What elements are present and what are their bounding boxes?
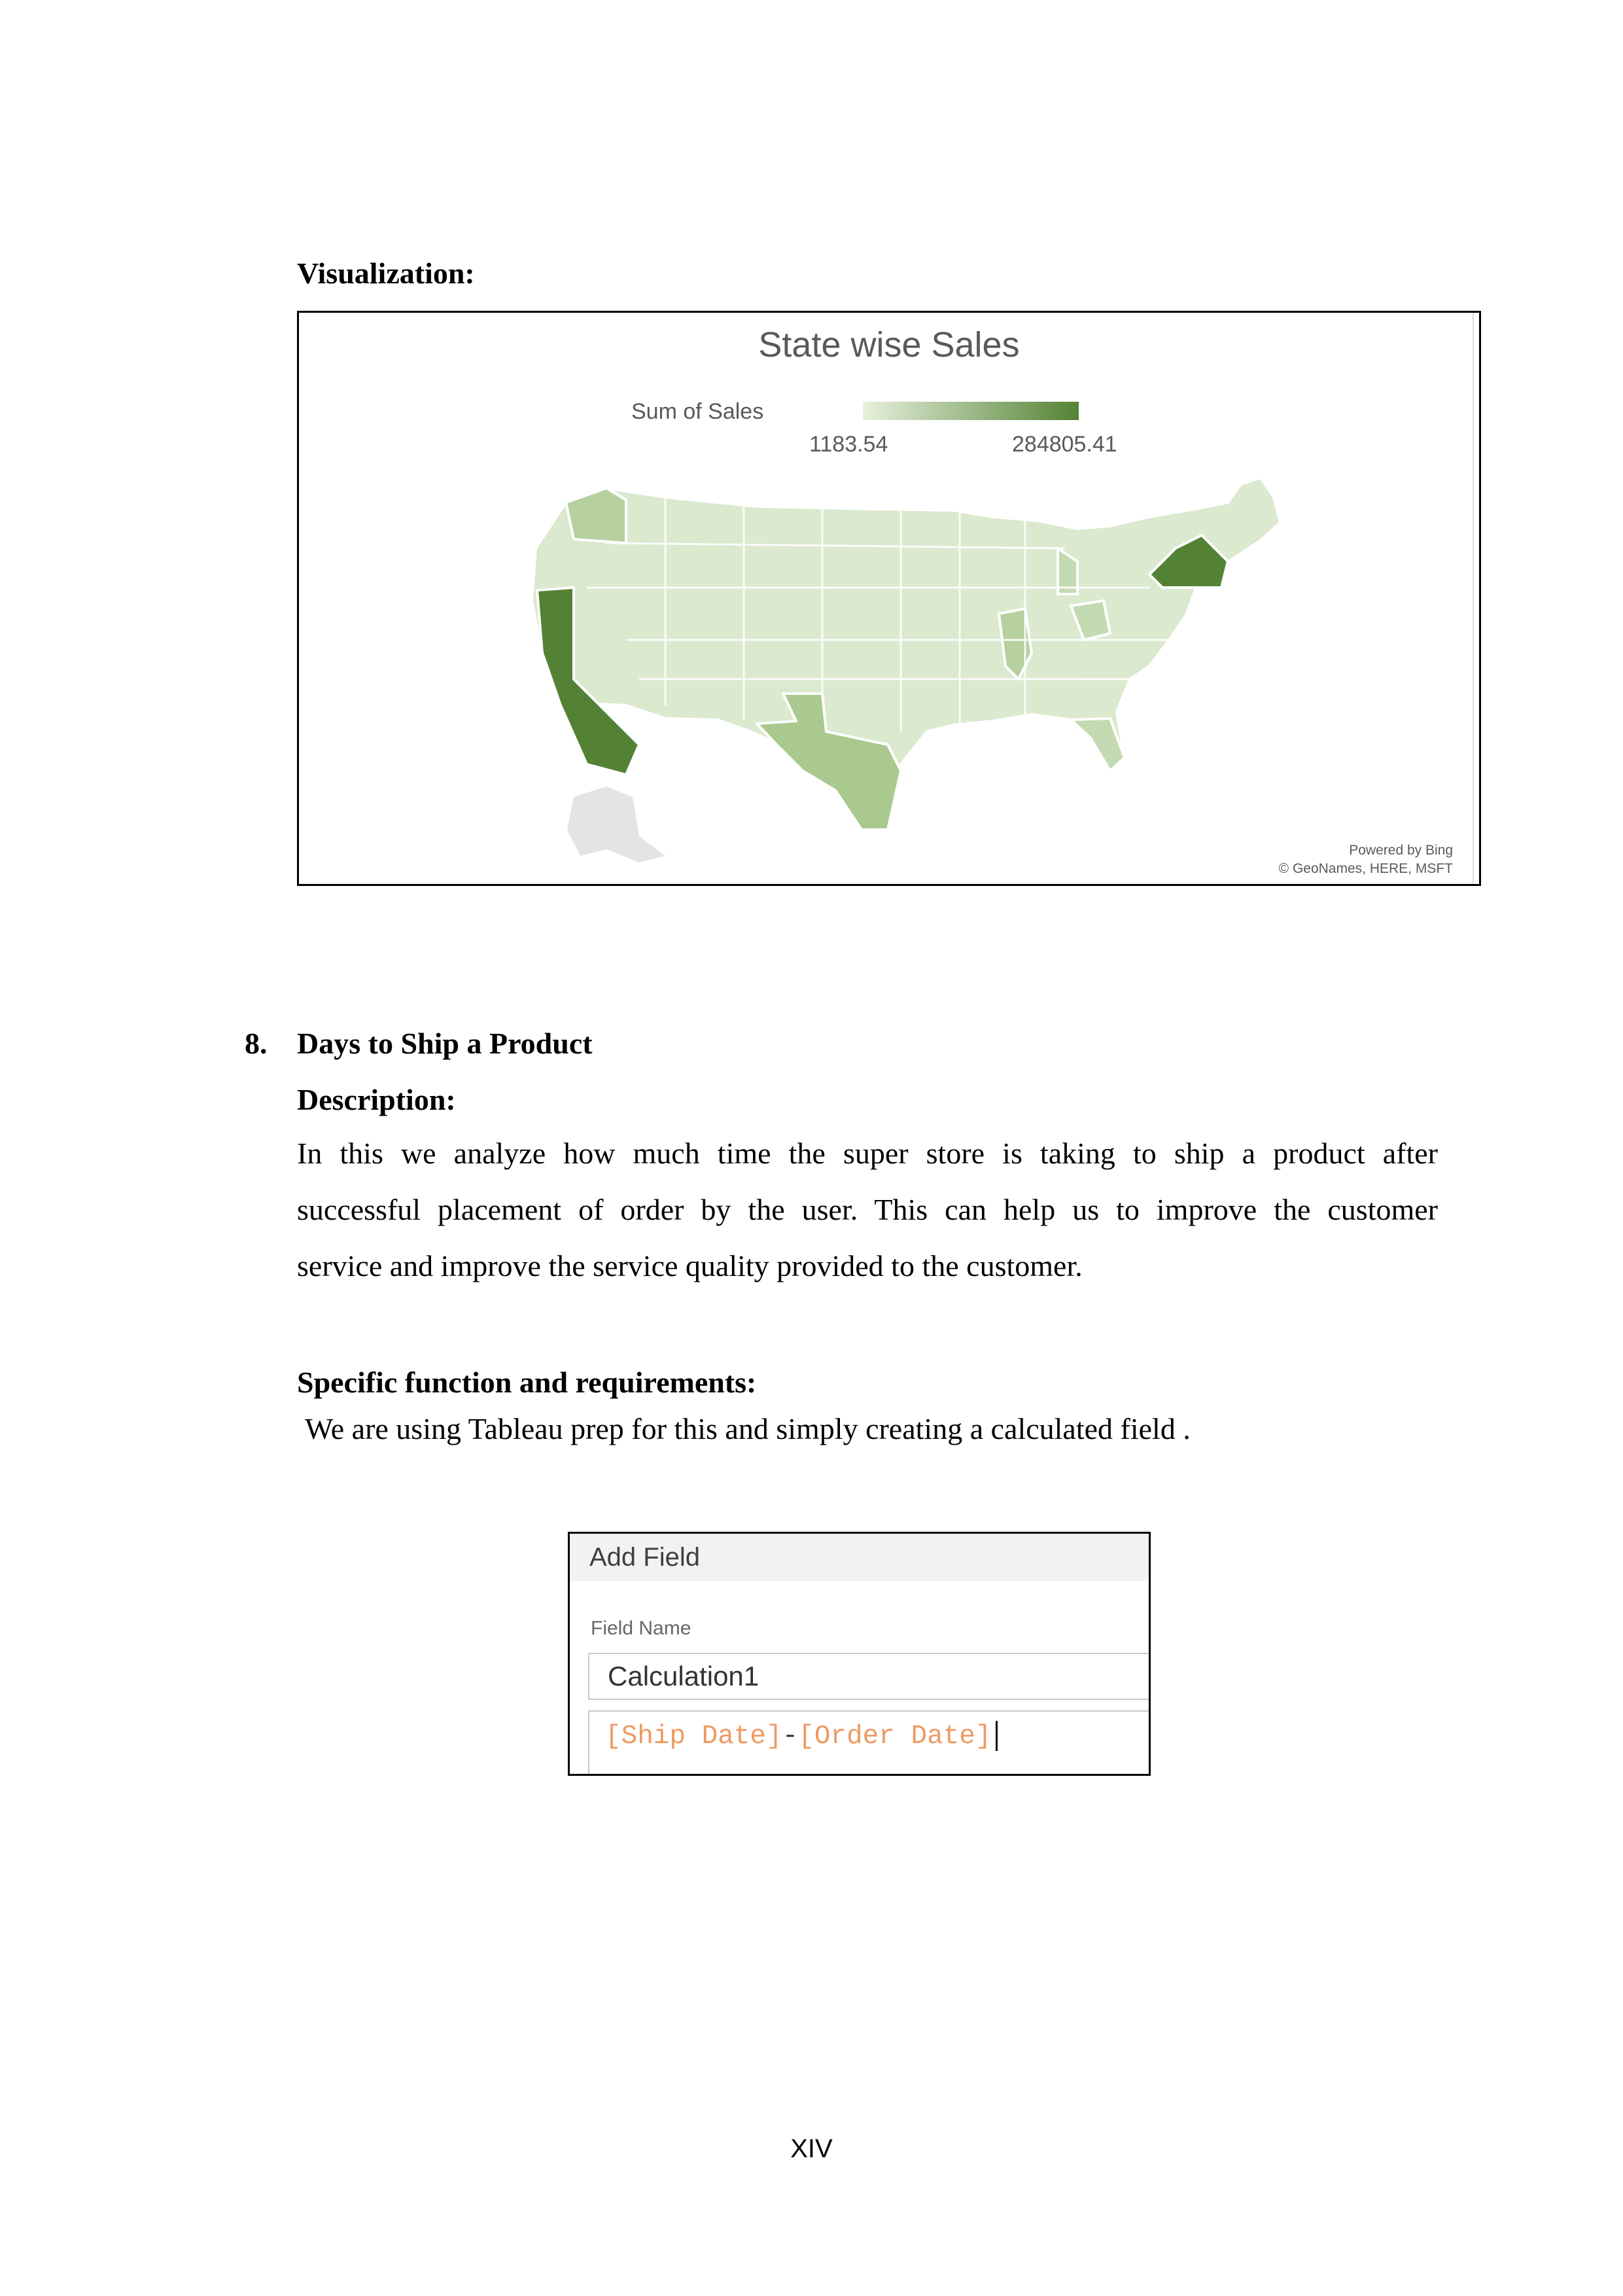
field-name-value: Calculation1 bbox=[608, 1661, 759, 1691]
state-alaska bbox=[567, 786, 665, 862]
us-map bbox=[531, 476, 1282, 862]
state-washington bbox=[565, 487, 627, 544]
requirements-text: We are using Tableau prep for this and s… bbox=[305, 1412, 1191, 1445]
expr-ship-date: [Ship Date] bbox=[605, 1721, 782, 1752]
requirements-heading: Specific function and requirements: bbox=[297, 1366, 757, 1399]
description-line-2: successful placement of order by the use… bbox=[297, 1193, 1438, 1226]
description-heading: Description: bbox=[297, 1083, 456, 1116]
visualization-heading: Visualization: bbox=[297, 256, 475, 290]
calculation-editor[interactable]: [Ship Date]-[Order Date] bbox=[588, 1710, 1149, 1774]
description-line-1: In this we analyze how much time the sup… bbox=[297, 1137, 1438, 1170]
add-field-title: Add Field bbox=[589, 1543, 700, 1572]
expr-order-date: [Order Date] bbox=[798, 1721, 992, 1752]
section-title: Days to Ship a Product bbox=[297, 1027, 593, 1060]
us-contiguous-shape bbox=[531, 476, 1282, 798]
description-line-3: service and improve the service quality … bbox=[297, 1249, 1083, 1282]
text-cursor bbox=[995, 1721, 998, 1751]
section-number: 8. bbox=[245, 1027, 268, 1060]
page-number: XIV bbox=[790, 2134, 833, 2163]
map-credit-bing: Powered by Bing bbox=[1349, 843, 1453, 858]
expr-minus: - bbox=[782, 1721, 799, 1752]
calculation-expression: [Ship Date]-[Order Date] bbox=[605, 1721, 998, 1752]
field-name-label: Field Name bbox=[591, 1617, 691, 1639]
add-field-panel: Add Field Field Name Calculation1 [Ship … bbox=[568, 1532, 1151, 1776]
description-paragraph: In this we analyze how much time the sup… bbox=[297, 1125, 1438, 1294]
map-scroll-edge bbox=[1473, 313, 1474, 884]
map-credit-sources: © GeoNames, HERE, MSFT bbox=[1278, 861, 1453, 876]
state-sales-map-figure: State wise Sales Sum of Sales 1183.54 28… bbox=[297, 311, 1481, 886]
field-name-input[interactable]: Calculation1 bbox=[588, 1653, 1149, 1700]
